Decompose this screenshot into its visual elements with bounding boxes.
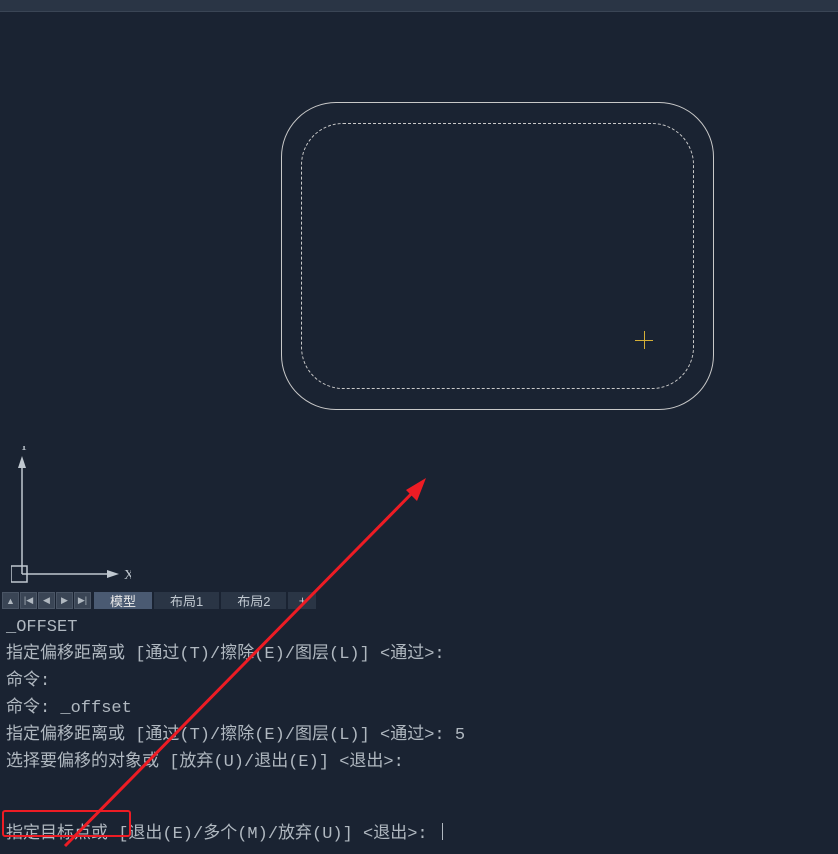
command-input[interactable]: 指定目标点或 [退出(E)/多个(M)/放弃(U)] <退出>:: [0, 808, 838, 854]
cmd-history-line: 命令: _offset: [6, 695, 832, 722]
title-bar-fragment: [0, 0, 838, 12]
ucs-y-label: Y: [19, 446, 29, 454]
text-cursor: [442, 823, 443, 840]
command-prompt-text: 指定目标点或 [退出(E)/多个(M)/放弃(U)] <退出>:: [6, 818, 438, 844]
ucs-icon: Y X: [11, 446, 131, 586]
tab-layout2[interactable]: 布局2: [221, 592, 286, 609]
tab-layout1[interactable]: 布局1: [154, 592, 219, 609]
cmd-history-line: 选择要偏移的对象或 [放弃(U)/退出(E)] <退出>:: [6, 749, 832, 776]
tab-nav-first[interactable]: |◀: [20, 592, 37, 609]
drawing-canvas[interactable]: Y X: [0, 12, 838, 591]
cmd-history-line: 指定偏移距离或 [通过(T)/擦除(E)/图层(L)] <通过>:: [6, 641, 832, 668]
tab-add-button[interactable]: +: [288, 592, 316, 609]
layout-tab-bar: ▲ |◀ ◀ ▶ ▶| 模型 布局1 布局2 +: [0, 591, 838, 610]
tab-nav-prev[interactable]: ◀: [38, 592, 55, 609]
cmd-history-line: _OFFSET: [6, 614, 832, 641]
ucs-x-label: X: [124, 568, 131, 583]
tab-nav-next[interactable]: ▶: [56, 592, 73, 609]
tab-model[interactable]: 模型: [94, 592, 152, 609]
tab-nav-up[interactable]: ▲: [2, 592, 19, 609]
cmd-history-line: 命令:: [6, 668, 832, 695]
offset-inner-rect-selected[interactable]: [301, 123, 694, 389]
command-history[interactable]: _OFFSET 指定偏移距离或 [通过(T)/擦除(E)/图层(L)] <通过>…: [0, 610, 838, 808]
tab-nav-last[interactable]: ▶|: [74, 592, 91, 609]
cmd-history-line: 指定偏移距离或 [通过(T)/擦除(E)/图层(L)] <通过>: 5: [6, 722, 832, 749]
